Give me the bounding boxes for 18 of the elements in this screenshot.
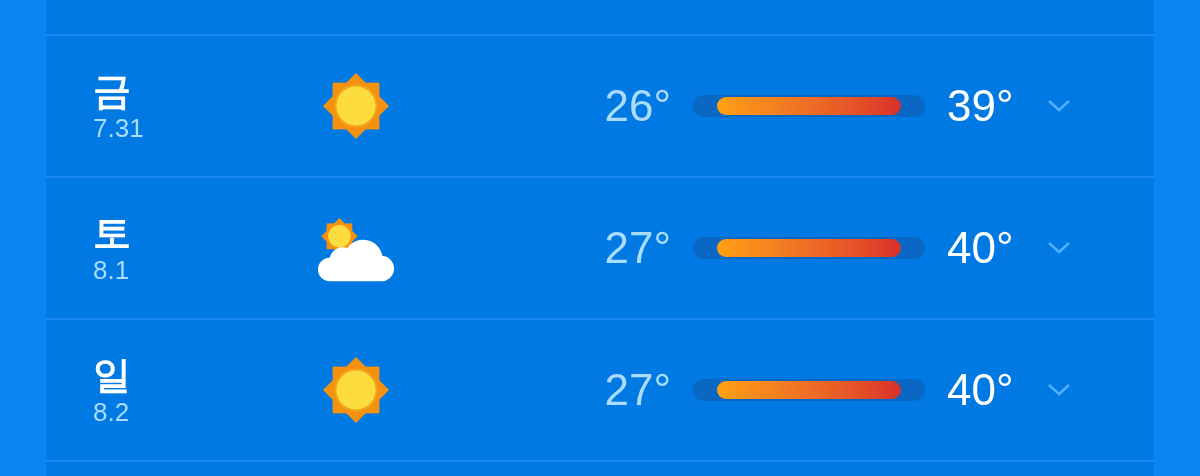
high-temperature: 40° [947, 222, 1015, 274]
chevron-down-icon[interactable] [1047, 241, 1071, 255]
high-temperature: 40° [947, 364, 1015, 416]
date-label: 8.2 [93, 397, 131, 427]
weekday-label: 금 [93, 69, 132, 113]
date-label: 7.31 [93, 113, 145, 143]
forecast-row[interactable]: 일 8.2 27° 40° [46, 320, 1154, 462]
forecast-row[interactable]: 토 8.1 27° 40° [46, 178, 1154, 320]
high-temperature: 39° [947, 80, 1015, 132]
weekday-label: 일 [93, 353, 132, 397]
date-label: 8.1 [93, 255, 131, 285]
low-temperature: 27° [604, 364, 671, 416]
weekday-label: 토 [93, 211, 132, 255]
chevron-down-icon[interactable] [1047, 383, 1071, 397]
chevron-down-icon[interactable] [1047, 99, 1071, 113]
forecast-row[interactable]: 금 7.31 26° 39° [46, 36, 1154, 178]
low-temperature: 26° [604, 80, 671, 132]
low-temperature: 27° [604, 222, 671, 274]
